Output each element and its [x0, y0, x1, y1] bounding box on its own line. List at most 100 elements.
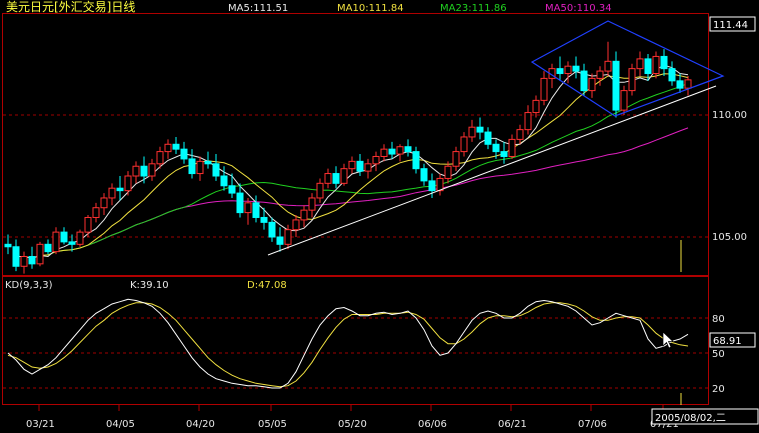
- candlestick: [180, 148, 188, 160]
- candlestick: [228, 185, 236, 194]
- candlestick: [540, 77, 548, 101]
- candlestick: [68, 241, 76, 245]
- candlestick: [52, 231, 60, 253]
- kd-tick-80: 80: [712, 314, 725, 325]
- candlestick: [508, 138, 516, 157]
- candlestick: [660, 55, 668, 70]
- candlestick: [108, 187, 116, 199]
- kd-lines: [7, 298, 689, 389]
- ma50-label: MA50:110.34: [545, 3, 612, 14]
- candlestick: [36, 243, 44, 265]
- candlestick: [460, 136, 468, 153]
- kd-title: KD(9,3,3): [5, 280, 53, 291]
- candlestick: [620, 90, 628, 111]
- x-tick-label: 05/05: [258, 419, 287, 430]
- candlestick: [628, 68, 636, 92]
- candlestick: [268, 221, 276, 238]
- candlestick: [140, 165, 148, 177]
- candlestick: [372, 155, 380, 165]
- candlestick: [260, 216, 268, 223]
- candlestick: [596, 70, 604, 79]
- candlestick: [276, 236, 284, 245]
- candlestick: [332, 173, 340, 184]
- candlestick: [124, 175, 132, 192]
- price-current-label: 111.44: [713, 20, 748, 31]
- candlestick: [100, 197, 108, 209]
- candlestick: [236, 192, 244, 214]
- candlestick: [252, 202, 260, 218]
- x-axis-ticks: 03/21 04/05 04/20 05/05 05/20 06/06 06/21 07/06…: [26, 405, 679, 430]
- candlestick: [60, 231, 68, 243]
- kd-k-value: K:39.10: [130, 280, 169, 291]
- candlestick: [644, 58, 652, 75]
- candlestick: [148, 163, 156, 177]
- ma23-line: [23, 82, 689, 259]
- candlestick: [340, 168, 348, 184]
- candlestick: [356, 160, 364, 172]
- price-tick-105: 105.00: [712, 232, 747, 243]
- ma5-label: MA5:111.51: [228, 3, 288, 14]
- candlestick: [316, 182, 324, 199]
- candlestick: [444, 165, 452, 179]
- candlestick: [532, 99, 540, 114]
- support-trendline: [267, 85, 717, 256]
- candlestick: [484, 131, 492, 145]
- candlestick: [556, 68, 564, 75]
- candlestick: [28, 256, 36, 265]
- kd-panel-frame: [2, 276, 709, 405]
- candlesticks: [4, 41, 692, 274]
- candlestick: [364, 163, 372, 172]
- candlestick: [284, 229, 292, 245]
- kd-tick-50: 50: [712, 349, 725, 360]
- kd-d-value: D:47.08: [247, 280, 287, 291]
- candlestick: [404, 146, 412, 153]
- candlestick: [468, 126, 476, 138]
- candlestick: [44, 243, 52, 253]
- candlestick: [388, 148, 396, 155]
- chart-title: 美元日元[外汇交易]日线: [6, 0, 135, 14]
- kd-tick-20: 20: [712, 384, 725, 395]
- kd-current-label: 68.91: [713, 336, 742, 347]
- candlestick: [420, 168, 428, 182]
- candlestick: [300, 209, 308, 221]
- candlestick: [172, 143, 180, 150]
- ma10-label: MA10:111.84: [337, 3, 404, 14]
- ma23-label: MA23:111.86: [440, 3, 507, 14]
- candlestick: [452, 151, 460, 167]
- candlestick: [348, 160, 356, 170]
- candlestick: [564, 65, 572, 75]
- candlestick: [308, 197, 316, 211]
- candlestick: [652, 55, 660, 75]
- candlestick: [212, 163, 220, 177]
- candlestick: [244, 202, 252, 214]
- candlestick: [204, 160, 212, 165]
- candlestick: [380, 148, 388, 157]
- candlestick: [220, 175, 228, 187]
- kline-chart-window: 美元日元[外汇交易]日线 MA5:111.51 MA10:111.84 MA23…: [0, 0, 759, 433]
- candlestick: [12, 246, 20, 267]
- candlestick: [684, 79, 692, 89]
- x-tick-label: 03/21: [26, 419, 55, 430]
- x-tick-label: 05/20: [338, 419, 367, 430]
- candlestick: [292, 219, 300, 231]
- candlestick: [580, 70, 588, 92]
- x-tick-label: 06/21: [498, 419, 527, 430]
- candlestick: [196, 160, 204, 175]
- candlestick: [428, 180, 436, 192]
- chart-canvas: 美元日元[外汇交易]日线 MA5:111.51 MA10:111.84 MA23…: [2, 0, 759, 430]
- candlestick: [500, 151, 508, 157]
- candlestick: [604, 60, 612, 72]
- candlestick: [20, 256, 28, 267]
- candlestick: [476, 126, 484, 133]
- kd-d-line: [7, 302, 689, 388]
- candlestick: [116, 187, 124, 192]
- candlestick: [76, 231, 84, 245]
- x-tick-label: 07/06: [578, 419, 607, 430]
- x-tick-label: 04/05: [106, 419, 135, 430]
- candlestick: [156, 151, 164, 165]
- candlestick: [612, 60, 620, 111]
- candlestick: [492, 143, 500, 153]
- candlestick: [92, 207, 100, 218]
- candlestick: [588, 77, 596, 92]
- price-tick-110: 110.00: [712, 110, 747, 121]
